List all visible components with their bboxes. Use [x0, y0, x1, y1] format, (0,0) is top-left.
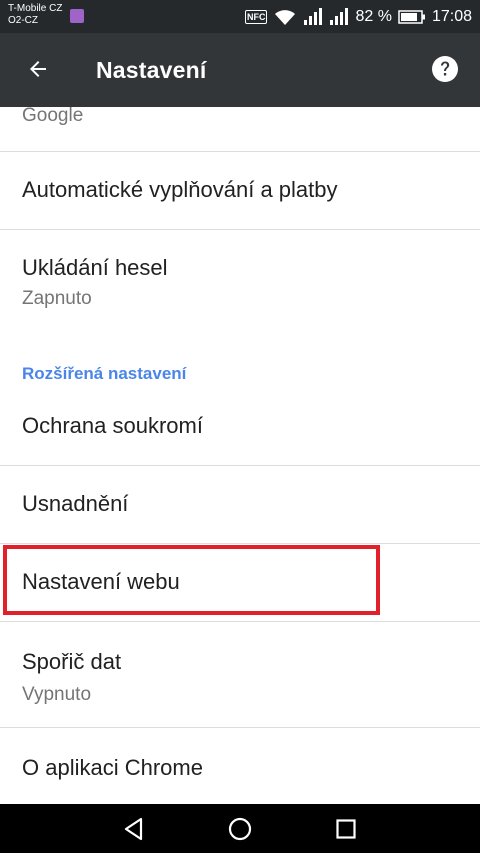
circle-home-icon [228, 817, 252, 840]
list-item-data-saver[interactable]: Spořič dat Vypnuto [0, 622, 480, 727]
arrow-back-icon [30, 61, 46, 77]
list-item-site-settings-label: Nastavení webu [22, 569, 180, 594]
carrier-1: T-Mobile CZ [8, 3, 63, 14]
signal-icon-2 [330, 7, 349, 25]
battery-icon [398, 9, 425, 24]
list-item-passwords-status: Zapnuto [22, 288, 92, 309]
settings-list: Google Automatické vyplňování a platby U… [0, 107, 480, 804]
nfc-icon: NFC [244, 9, 268, 24]
list-item-accessibility-label: Usnadnění [22, 491, 129, 516]
list-item-about-chrome-label: O aplikaci Chrome [22, 755, 203, 780]
list-item-google-subtitle: Google [22, 107, 84, 126]
clock: 17:08 [431, 7, 472, 25]
list-item-google[interactable]: Google [0, 107, 480, 151]
square-recents-icon [336, 818, 356, 839]
help-icon [432, 56, 458, 82]
nav-back-button[interactable] [94, 804, 174, 853]
list-item-autofill[interactable]: Automatické vyplňování a platby [0, 152, 480, 229]
list-item-privacy-label: Ochrana soukromí [22, 413, 203, 438]
triangle-back-icon [124, 817, 143, 840]
carrier-2: O2-CZ [8, 15, 38, 26]
section-header-advanced: Rozšířená nastavení [22, 364, 187, 383]
list-item-data-saver-status: Vypnuto [22, 684, 92, 705]
list-item-site-settings[interactable]: Nastavení webu [0, 544, 480, 621]
battery-percent: 82 % [355, 7, 392, 25]
help-button[interactable] [424, 45, 466, 93]
gallery-notification-icon [70, 9, 84, 23]
navigation-bar [0, 804, 480, 853]
list-item-passwords[interactable]: Ukládání hesel Zapnuto [0, 230, 480, 330]
wifi-icon [275, 9, 296, 25]
list-item-privacy[interactable]: Ochrana soukromí [0, 397, 480, 465]
signal-icon [304, 7, 323, 25]
list-item-passwords-label: Ukládání hesel [22, 255, 168, 280]
nav-recents-button[interactable] [306, 804, 386, 853]
page-title: Nastavení [96, 57, 207, 83]
list-item-about-chrome[interactable]: O aplikaci Chrome [0, 728, 480, 804]
toolbar: Nastavení [0, 33, 480, 107]
list-item-data-saver-label: Spořič dat [22, 649, 122, 674]
back-button[interactable] [14, 45, 62, 93]
carrier-info: T-Mobile CZ O2-CZ [8, 3, 62, 27]
status-bar: T-Mobile CZ O2-CZ NFC 82 % 17:08 [0, 0, 480, 33]
list-item-accessibility[interactable]: Usnadnění [0, 466, 480, 543]
nav-home-button[interactable] [200, 804, 280, 853]
list-item-autofill-label: Automatické vyplňování a platby [22, 177, 338, 202]
